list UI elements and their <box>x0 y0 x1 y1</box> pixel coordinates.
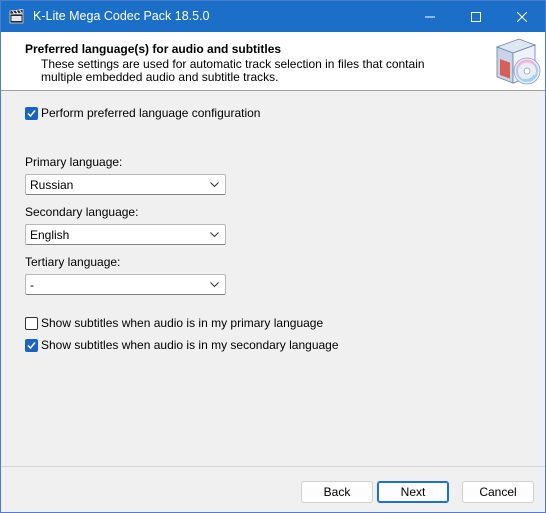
checkbox-label: Show subtitles when audio is in my secon… <box>41 338 339 352</box>
checkbox-checked-icon[interactable] <box>25 106 38 120</box>
back-button[interactable]: Back <box>301 481 373 503</box>
window-title: K-Lite Mega Codec Pack 18.5.0 <box>33 9 210 23</box>
select-value: English <box>30 228 70 242</box>
show-subs-primary-checkbox[interactable]: Show subtitles when audio is in my prima… <box>25 316 323 330</box>
select-value: Russian <box>30 178 74 192</box>
checkbox-checked-icon[interactable] <box>25 338 38 352</box>
page-title: Preferred language(s) for audio and subt… <box>25 42 282 56</box>
page-description: These settings are used for automatic tr… <box>41 57 425 84</box>
close-icon <box>517 11 527 22</box>
close-button[interactable] <box>499 1 545 32</box>
checkbox-label: Show subtitles when audio is in my prima… <box>41 316 324 330</box>
maximize-button[interactable] <box>453 1 499 32</box>
secondary-language-label: Secondary language: <box>25 205 139 219</box>
checkbox-label: Perform preferred language configuration <box>41 106 261 120</box>
film-clapper-icon <box>9 9 24 24</box>
tertiary-language-select[interactable]: - <box>25 274 226 295</box>
secondary-language-select[interactable]: English <box>25 224 226 245</box>
software-box-cd-icon <box>489 35 543 89</box>
perform-config-checkbox[interactable]: Perform preferred language configuration <box>25 106 260 120</box>
tertiary-language-label: Tertiary language: <box>25 255 121 269</box>
chevron-down-icon <box>210 232 219 238</box>
next-button[interactable]: Next <box>377 481 449 503</box>
show-subs-secondary-checkbox[interactable]: Show subtitles when audio is in my secon… <box>25 338 339 352</box>
primary-language-label: Primary language: <box>25 155 123 169</box>
minimize-button[interactable] <box>407 1 453 32</box>
title-bar[interactable]: K-Lite Mega Codec Pack 18.5.0 <box>1 1 545 32</box>
checkbox-unchecked-icon[interactable] <box>25 316 38 330</box>
primary-language-select[interactable]: Russian <box>25 174 226 195</box>
installer-window: K-Lite Mega Codec Pack 18.5.0 Preferred … <box>0 0 546 513</box>
select-value: - <box>30 278 34 292</box>
minimize-icon <box>425 16 435 17</box>
chevron-down-icon <box>210 282 219 288</box>
chevron-down-icon <box>210 182 219 188</box>
footer-divider <box>1 466 545 467</box>
maximize-icon <box>471 11 481 22</box>
cancel-button[interactable]: Cancel <box>462 481 534 503</box>
wizard-header: Preferred language(s) for audio and subt… <box>1 32 545 91</box>
